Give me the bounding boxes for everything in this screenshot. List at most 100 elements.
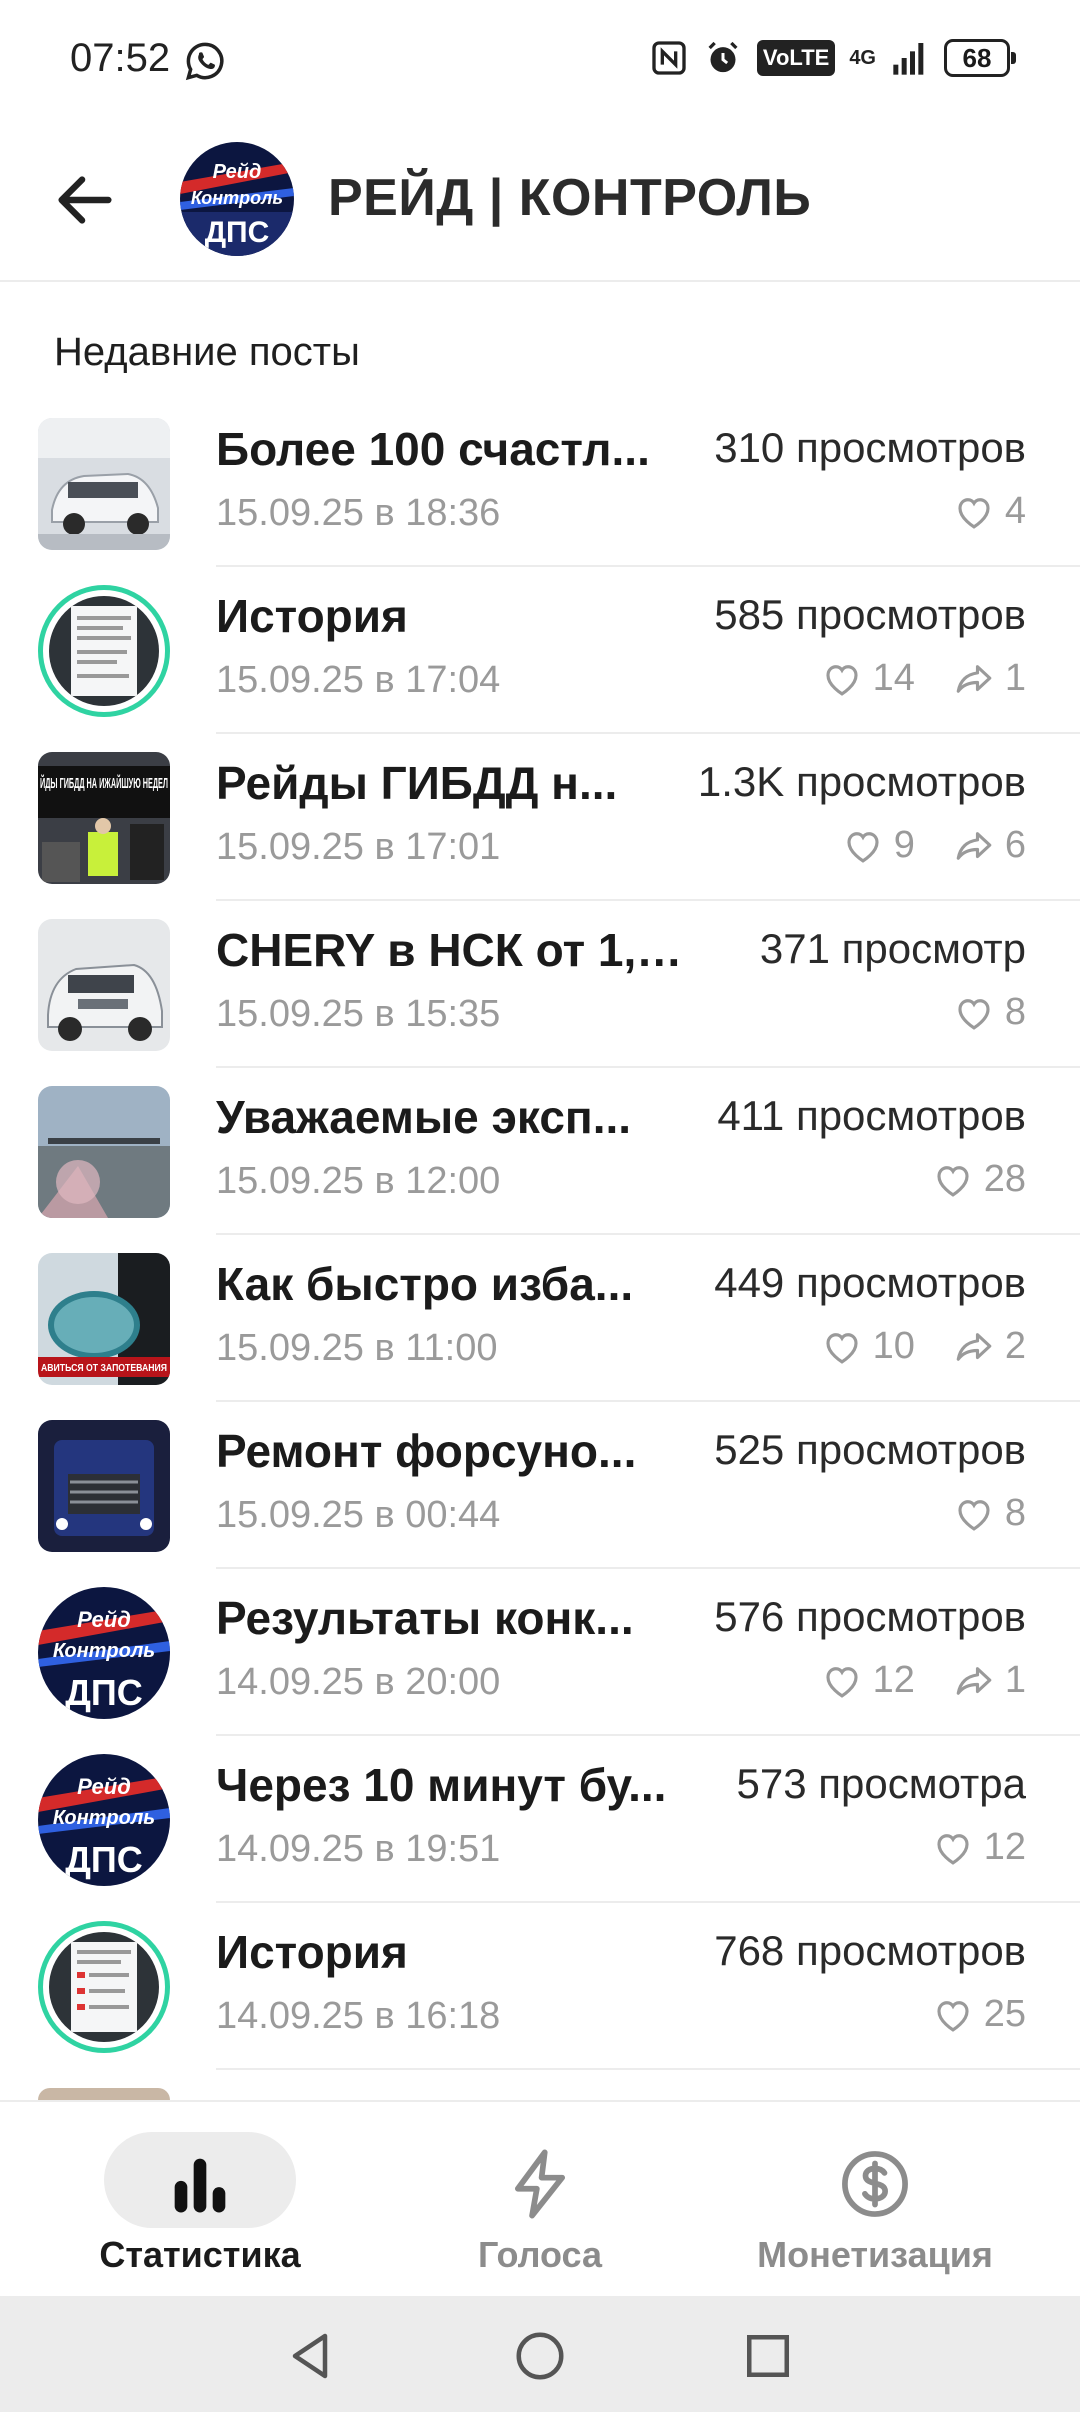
likes: 8 <box>953 1492 1026 1535</box>
post-date: 14.09.25 в 16:18 <box>216 1995 501 2037</box>
nfc-icon <box>652 41 686 75</box>
share-icon <box>956 1666 992 1695</box>
bar-chart-icon <box>174 2158 226 2213</box>
likes-count: 25 <box>983 1993 1026 2035</box>
thumb-text-3: ДПС <box>65 1672 143 1713</box>
battery-icon: 68 <box>944 39 1016 77</box>
alarm-icon <box>708 41 738 73</box>
post-views: 1.3K просмотров <box>697 758 1026 805</box>
home-circle-icon[interactable] <box>510 2326 570 2386</box>
nav-votes[interactable]: Голоса <box>360 2102 720 2298</box>
post-stats: 12 <box>932 1826 1026 1869</box>
post-stats: 8 <box>953 991 1026 1034</box>
post-row[interactable]: Ремонт форсуно... 15.09.25 в 00:44 525 п… <box>0 1402 1080 1569</box>
post-date: 15.09.25 в 17:01 <box>216 826 501 868</box>
recents-square-icon[interactable] <box>738 2326 798 2386</box>
post-thumbnail: ЙДЫ ГИБДД НА ИЖАЙШУЮ НЕДЕЛ <box>38 752 170 884</box>
likes-count: 28 <box>983 1158 1026 1200</box>
post-views: 371 просмотр <box>759 925 1026 972</box>
heart-icon <box>826 1666 858 1698</box>
battery-level: 68 <box>962 42 992 73</box>
post-date: 14.09.25 в 19:51 <box>216 1828 501 1870</box>
heart-icon <box>826 664 858 696</box>
network-type: 4G <box>849 47 876 69</box>
section-title: Недавние посты <box>54 330 360 374</box>
post-views: 449 просмотров <box>714 1259 1026 1306</box>
recent-posts-list: Более 100 счастл... 15.09.25 в 18:36 310… <box>0 400 1080 2070</box>
post-stats: 28 <box>932 1158 1026 1201</box>
post-title: Результаты конк... <box>216 1592 634 1644</box>
likes-count: 12 <box>872 1659 915 1701</box>
post-thumbnail <box>38 919 170 1051</box>
post-thumbnail: АВИТЬСЯ ОТ ЗАПОТЕВАНИЯ <box>38 1253 170 1385</box>
likes: 9 <box>842 824 915 867</box>
post-date: 15.09.25 в 15:35 <box>216 993 501 1035</box>
post-row[interactable]: Уважаемые эксп... 15.09.25 в 12:00 411 п… <box>0 1068 1080 1235</box>
shares: 1 <box>953 657 1026 700</box>
heart-icon <box>958 497 990 529</box>
lightning-icon <box>514 2149 566 2219</box>
post-stats: 14 1 <box>821 657 1026 700</box>
post-title: Ремонт форсуно... <box>216 1425 637 1477</box>
post-row[interactable]: Более 100 счастл... 15.09.25 в 18:36 310… <box>0 400 1080 567</box>
post-row[interactable]: История 15.09.25 в 17:04 585 просмотров … <box>0 567 1080 734</box>
likes: 8 <box>953 991 1026 1034</box>
channel-avatar[interactable]: Рейд Контроль ДПС <box>180 142 294 256</box>
dollar-icon <box>842 2151 908 2217</box>
post-row[interactable]: Рейд Контроль ДПС Через 10 минут бу... 1… <box>0 1736 1080 1903</box>
post-row[interactable]: CHERY в НСК от 1,5... 15.09.25 в 15:35 3… <box>0 901 1080 1068</box>
likes-count: 8 <box>1004 1492 1026 1534</box>
post-title: Через 10 минут бу... <box>216 1759 667 1811</box>
post-views: 585 просмотров <box>714 591 1026 638</box>
post-row[interactable]: АВИТЬСЯ ОТ ЗАПОТЕВАНИЯ Как быстро изба..… <box>0 1235 1080 1402</box>
app-header: Рейд Контроль ДПС РЕЙД | КОНТРОЛЬ <box>0 120 1080 282</box>
post-stats: 8 <box>953 1492 1026 1535</box>
likes-count: 14 <box>872 657 915 699</box>
shares-count: 6 <box>1004 824 1026 866</box>
volte-badge: VoLTE <box>756 40 836 76</box>
signal-icon <box>893 43 924 75</box>
post-row[interactable]: ЙДЫ ГИБДД НА ИЖАЙШУЮ НЕДЕЛ Рейды ГИБДД н… <box>0 734 1080 901</box>
post-thumbnail <box>38 418 170 550</box>
story-thumbnail <box>38 585 170 717</box>
likes: 12 <box>932 1826 1026 1869</box>
post-views: 525 просмотров <box>714 1426 1026 1473</box>
back-arrow-icon[interactable] <box>50 165 120 235</box>
bottom-nav: Статистика Голоса Монетизация <box>0 2100 1080 2298</box>
post-thumbnail: Рейд Контроль ДПС <box>38 1754 170 1886</box>
thumb-text-1: Рейд <box>77 1774 131 1799</box>
shares: 6 <box>953 824 1026 867</box>
post-date: 15.09.25 в 00:44 <box>216 1494 501 1536</box>
divider <box>216 2068 1080 2070</box>
thumb-text-2: Контроль <box>53 1640 155 1662</box>
likes-count: 10 <box>872 1325 915 1367</box>
post-thumbnail: Рейд Контроль ДПС <box>38 1587 170 1719</box>
avatar-text-3: ДПС <box>205 216 270 249</box>
post-title: История <box>216 1926 408 1978</box>
likes: 28 <box>932 1158 1026 1201</box>
share-icon <box>956 831 992 860</box>
nav-statistics[interactable]: Статистика <box>20 2102 380 2298</box>
post-thumbnail <box>38 1420 170 1552</box>
whatsapp-icon <box>185 42 224 81</box>
status-time: 07:52 <box>70 36 171 80</box>
post-row[interactable]: История 14.09.25 в 16:18 768 просмотров … <box>0 1903 1080 2070</box>
post-title: История <box>216 590 408 642</box>
heart-icon <box>937 1833 969 1865</box>
heart-icon <box>847 831 879 863</box>
nav-monetization[interactable]: Монетизация <box>695 2102 1055 2298</box>
back-triangle-icon[interactable] <box>280 2326 340 2386</box>
shares-count: 1 <box>1004 1659 1026 1701</box>
post-row[interactable]: Рейд Контроль ДПС Результаты конк... 14.… <box>0 1569 1080 1736</box>
post-stats: 4 <box>953 490 1026 533</box>
post-title: Рейды ГИБДД н... <box>216 757 618 809</box>
post-date: 15.09.25 в 11:00 <box>216 1327 498 1369</box>
heart-icon <box>937 1165 969 1197</box>
share-icon <box>956 664 992 693</box>
heart-icon <box>826 1332 858 1364</box>
thumb-text-3: ДПС <box>65 1839 143 1880</box>
post-date: 15.09.25 в 12:00 <box>216 1160 501 1202</box>
shares: 1 <box>953 1659 1026 1702</box>
story-thumbnail <box>38 1921 170 2053</box>
status-icons: VoLTE 4G 68 <box>649 38 1016 78</box>
